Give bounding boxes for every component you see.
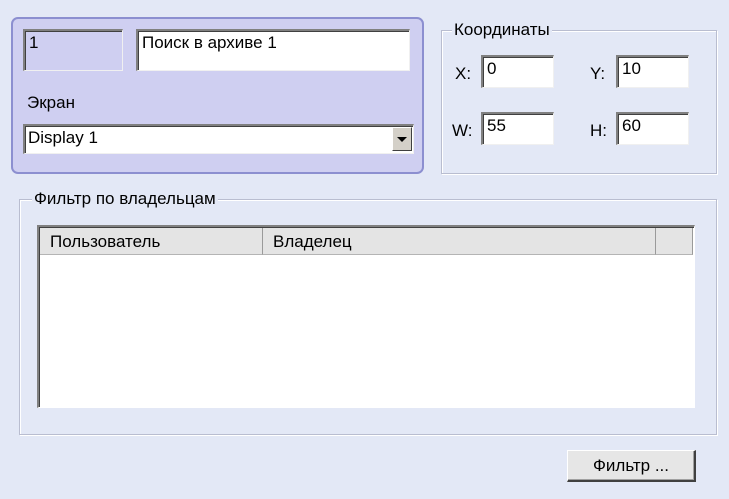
- object-panel: 1 Поиск в архиве 1 Экран Display 1: [11, 17, 424, 174]
- owner-list[interactable]: Пользователь Владелец: [37, 225, 695, 408]
- owner-filter-title: Фильтр по владельцам: [32, 189, 218, 208]
- screen-dropdown-button[interactable]: [392, 127, 412, 151]
- object-id-field[interactable]: 1: [23, 29, 123, 71]
- column-header-owner[interactable]: Владелец: [263, 228, 656, 255]
- y-input[interactable]: 10: [616, 55, 689, 88]
- w-input[interactable]: 55: [481, 112, 554, 145]
- filter-button[interactable]: Фильтр ...: [567, 450, 696, 482]
- h-label: H:: [590, 121, 607, 140]
- w-label: W:: [452, 121, 473, 140]
- screen-select-value: Display 1: [28, 128, 98, 147]
- object-name-input[interactable]: Поиск в архиве 1: [136, 29, 410, 71]
- y-label: Y:: [590, 64, 606, 83]
- column-header-user[interactable]: Пользователь: [40, 228, 263, 255]
- chevron-down-icon: [397, 136, 407, 142]
- coordinates-group: [441, 30, 717, 174]
- column-header-filler: [656, 228, 693, 255]
- x-label: X:: [455, 64, 472, 83]
- h-input[interactable]: 60: [616, 112, 689, 145]
- screen-select[interactable]: Display 1: [23, 124, 414, 154]
- coordinates-title: Координаты: [452, 20, 552, 39]
- x-input[interactable]: 0: [481, 55, 554, 88]
- screen-label: Экран: [27, 93, 75, 112]
